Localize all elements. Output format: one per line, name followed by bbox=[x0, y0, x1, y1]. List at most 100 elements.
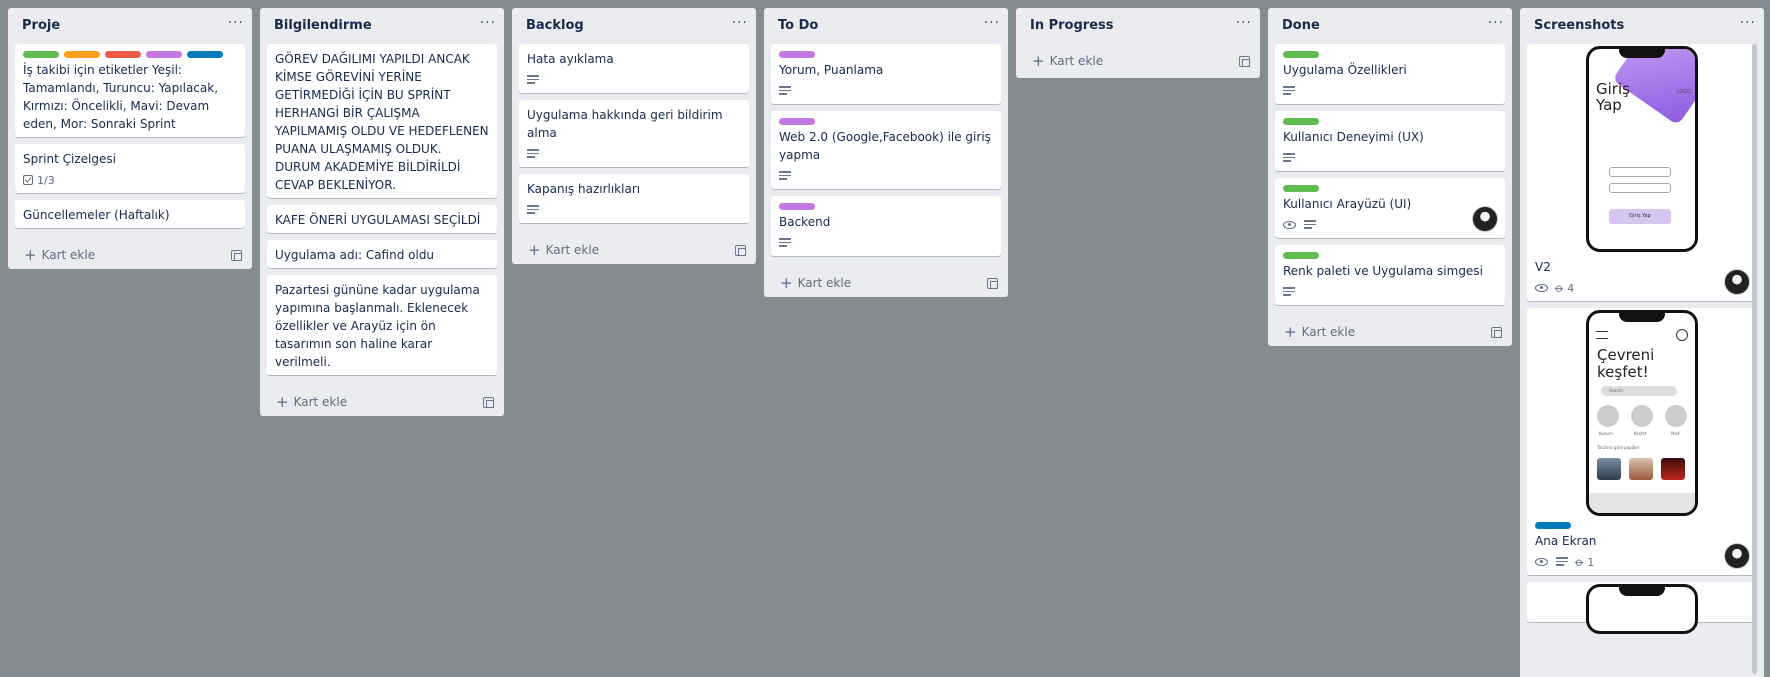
list-menu-button[interactable]: ··· bbox=[1488, 16, 1504, 30]
phone-mockup bbox=[1586, 584, 1698, 634]
list-menu-button[interactable]: ··· bbox=[480, 16, 496, 30]
watch-icon bbox=[1283, 221, 1296, 229]
card[interactable]: KAFE ÖNERİ UYGULAMASI SEÇİLDİ bbox=[267, 205, 497, 233]
label-red[interactable] bbox=[105, 51, 141, 58]
description-icon bbox=[1556, 557, 1568, 567]
card-title: Backend bbox=[779, 215, 831, 229]
label-green[interactable] bbox=[1283, 252, 1319, 259]
avatar[interactable] bbox=[1472, 206, 1498, 232]
card[interactable]: Uygulama Özellikleri bbox=[1275, 44, 1505, 104]
list-header: Proje ··· bbox=[8, 8, 252, 44]
card[interactable]: Backend bbox=[771, 196, 1001, 256]
watch-icon bbox=[1535, 284, 1548, 292]
label-blue[interactable] bbox=[187, 51, 223, 58]
label-purple[interactable] bbox=[146, 51, 182, 58]
attachment-icon: ⌀ bbox=[1552, 280, 1568, 296]
card[interactable]: Giriş Yap LOGO Giriş Yap V2 ⌀ 4 bbox=[1527, 44, 1757, 301]
label-green[interactable] bbox=[1283, 185, 1319, 192]
card[interactable]: Sprint Çizelgesi 1/3 bbox=[15, 144, 245, 193]
attachment-count: 1 bbox=[1587, 555, 1595, 569]
card-title: Pazartesi gününe kadar uygulama yapımına… bbox=[275, 283, 480, 369]
list-title: Done bbox=[1282, 18, 1320, 33]
card[interactable]: Uygulama adı: Cafind oldu bbox=[267, 240, 497, 268]
list-menu-button[interactable]: ··· bbox=[228, 16, 244, 30]
card-title: Uygulama adı: Cafind oldu bbox=[275, 248, 435, 262]
attachment-count: 4 bbox=[1567, 281, 1575, 295]
list-menu-button[interactable]: ··· bbox=[984, 16, 1000, 30]
avatar[interactable] bbox=[1724, 269, 1750, 295]
plus-icon: + bbox=[1032, 52, 1045, 70]
template-icon[interactable] bbox=[1491, 326, 1502, 338]
template-icon[interactable] bbox=[231, 249, 242, 261]
template-icon[interactable] bbox=[483, 396, 494, 408]
add-card-button[interactable]: + Kart ekle bbox=[276, 393, 347, 411]
card[interactable]: Güncellemeler (Haftalık) bbox=[15, 200, 245, 228]
card-title: Yorum, Puanlama bbox=[779, 63, 884, 77]
phone-cat-label: Mod bbox=[1671, 431, 1680, 436]
card-labels bbox=[23, 51, 237, 58]
plus-icon: + bbox=[276, 393, 289, 411]
label-green[interactable] bbox=[1283, 118, 1319, 125]
card-title: Uygulama hakkında geri bildirim alma bbox=[527, 108, 723, 140]
add-card-button[interactable]: + Kart ekle bbox=[24, 248, 96, 263]
card-title: Sprint Çizelgesi bbox=[23, 152, 116, 166]
watch-icon bbox=[1535, 558, 1548, 566]
checklist-icon bbox=[23, 175, 33, 185]
list-menu-button[interactable]: ··· bbox=[1740, 16, 1756, 30]
card[interactable]: Hata ayıklama bbox=[519, 44, 749, 93]
add-card-button[interactable]: + Kart ekle bbox=[1284, 323, 1355, 341]
card[interactable]: Kullanıcı Arayüzü (UI) bbox=[1275, 178, 1505, 238]
card[interactable]: Yorum, Puanlama bbox=[771, 44, 1001, 104]
card[interactable]: GÖREV DAĞILIMI YAPILDI ANCAK KİMSE GÖREV… bbox=[267, 44, 497, 198]
card[interactable]: İş takibi için etiketler Yeşil: Tamamlan… bbox=[15, 44, 245, 137]
add-card-button[interactable]: + Kart ekle bbox=[780, 276, 851, 291]
description-icon bbox=[779, 238, 791, 248]
card[interactable]: Kullanıcı Deneyimi (UX) bbox=[1275, 111, 1505, 171]
list-screenshots: Screenshots ··· Giriş Yap LOGO Giriş Yap bbox=[1520, 8, 1764, 677]
card[interactable]: Kapanış hazırlıkları bbox=[519, 174, 749, 223]
description-icon bbox=[1283, 86, 1295, 96]
list-proje: Proje ··· İş takibi için etiketler Yeşil… bbox=[8, 8, 252, 269]
list-menu-button[interactable]: ··· bbox=[732, 16, 748, 30]
description-icon bbox=[1283, 287, 1295, 297]
card-title: Web 2.0 (Google,Facebook) ile giriş yapm… bbox=[779, 130, 991, 162]
card[interactable]: Çevreni keşfet! Search Konum Keşfet Mod … bbox=[1527, 308, 1757, 575]
label-green[interactable] bbox=[23, 51, 59, 58]
template-icon[interactable] bbox=[735, 244, 746, 256]
plus-icon: + bbox=[1284, 323, 1297, 341]
label-green[interactable] bbox=[1283, 51, 1319, 58]
avatar[interactable] bbox=[1724, 543, 1750, 569]
vertical-scrollbar[interactable] bbox=[1752, 44, 1757, 674]
phone-search: Search bbox=[1601, 386, 1677, 396]
attachment-icon: ⌀ bbox=[1572, 554, 1588, 570]
list-title: Screenshots bbox=[1534, 18, 1625, 33]
list-menu-button[interactable]: ··· bbox=[1236, 16, 1252, 30]
card[interactable]: Web 2.0 (Google,Facebook) ile giriş yapm… bbox=[771, 111, 1001, 189]
list-bilgilendirme: Bilgilendirme ··· GÖREV DAĞILIMI YAPILDI… bbox=[260, 8, 504, 416]
template-icon[interactable] bbox=[1239, 55, 1250, 67]
description-icon bbox=[1304, 220, 1316, 230]
label-purple[interactable] bbox=[779, 203, 815, 210]
add-card-button[interactable]: + Kart ekle bbox=[528, 243, 599, 258]
attachment-badge: ⌀ 4 bbox=[1552, 280, 1575, 295]
card-title: Uygulama Özellikleri bbox=[1283, 63, 1407, 77]
label-purple[interactable] bbox=[779, 51, 815, 58]
template-icon[interactable] bbox=[987, 277, 998, 289]
card-title: Ana Ekran bbox=[1535, 534, 1597, 548]
list-title: In Progress bbox=[1030, 18, 1114, 33]
label-orange[interactable] bbox=[64, 51, 100, 58]
add-card-button[interactable]: + Kart ekle bbox=[1032, 52, 1103, 70]
label-purple[interactable] bbox=[779, 118, 815, 125]
card[interactable]: Uygulama hakkında geri bildirim alma bbox=[519, 100, 749, 167]
card[interactable] bbox=[1527, 582, 1757, 634]
card-cover-image: Giriş Yap LOGO Giriş Yap bbox=[1535, 44, 1749, 254]
label-blue[interactable] bbox=[1535, 522, 1571, 529]
description-icon bbox=[1283, 153, 1295, 163]
card[interactable]: Renk paleti ve Uygulama simgesi bbox=[1275, 245, 1505, 305]
card[interactable]: Pazartesi gününe kadar uygulama yapımına… bbox=[267, 275, 497, 375]
list-title: Backlog bbox=[526, 18, 584, 33]
list-title: To Do bbox=[778, 18, 819, 33]
list-title: Proje bbox=[22, 18, 61, 33]
description-icon bbox=[527, 75, 539, 85]
add-card-label: Kart ekle bbox=[41, 248, 96, 262]
